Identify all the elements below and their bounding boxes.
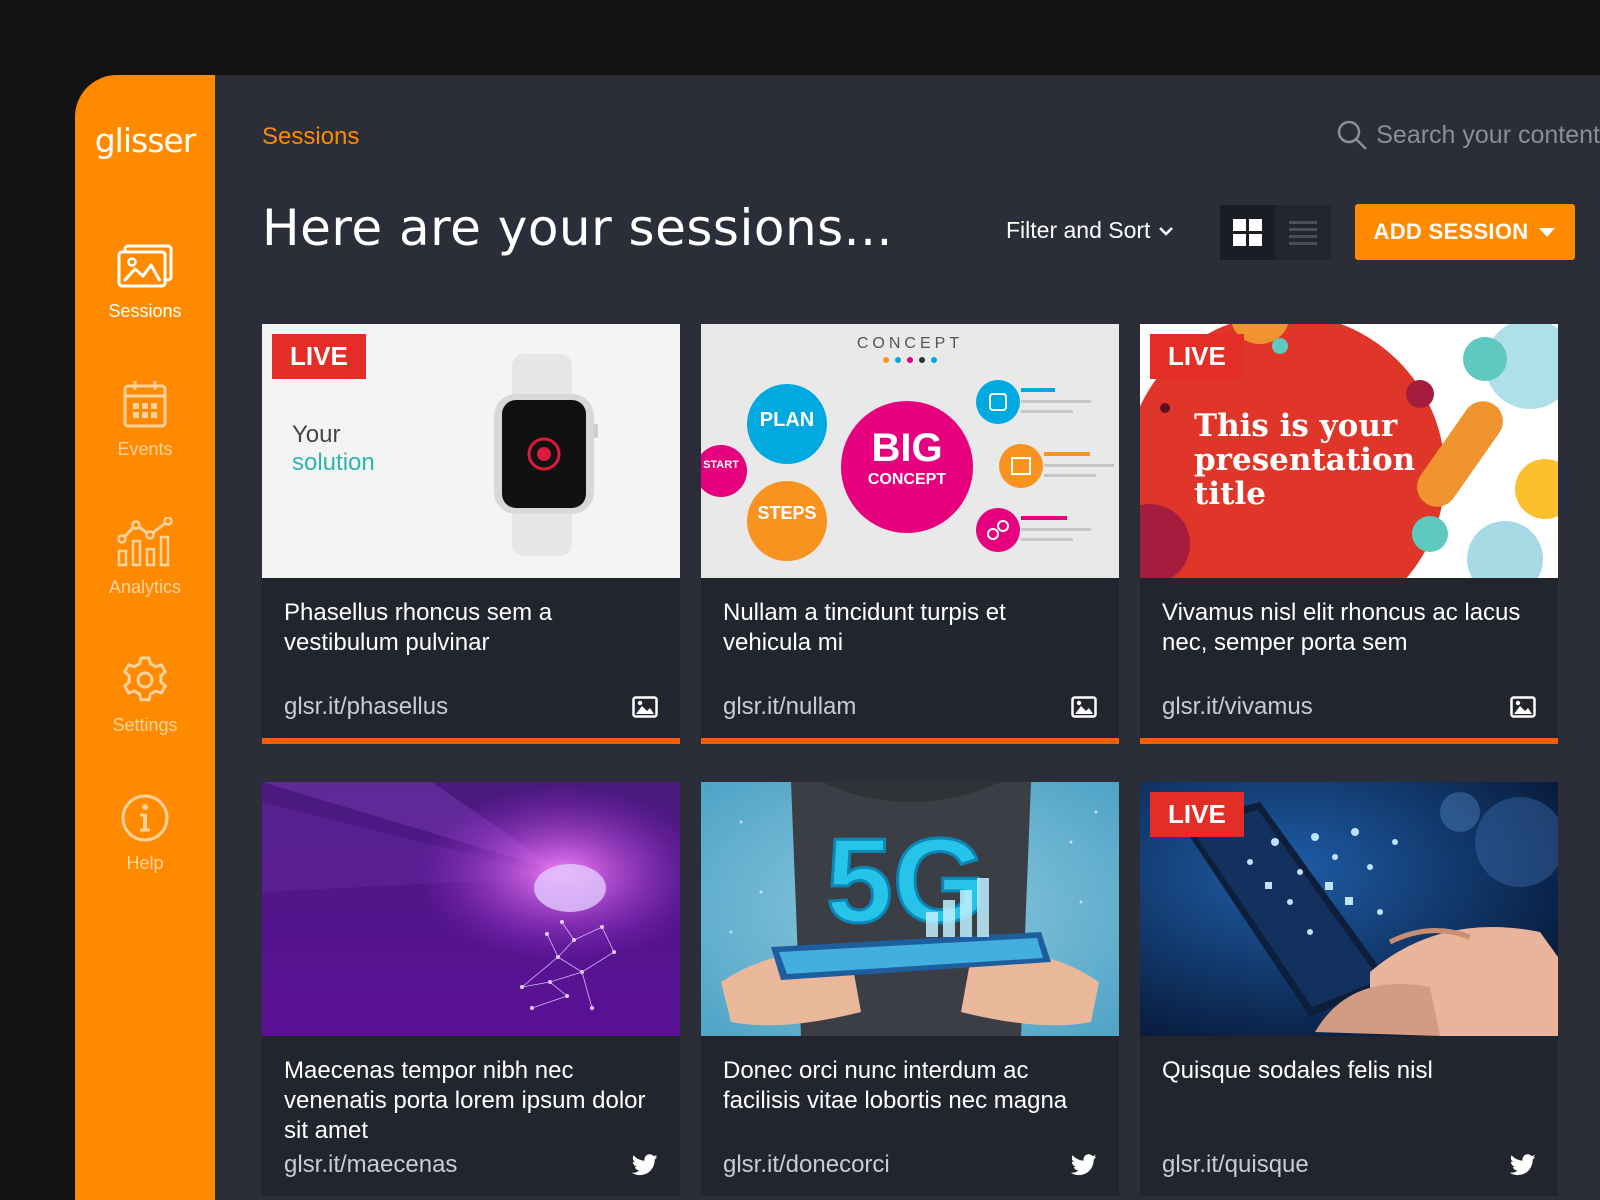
session-footer: glsr.it/nullam bbox=[701, 676, 1119, 738]
sidebar-item-label: Events bbox=[117, 439, 173, 459]
thumb-text: Your bbox=[292, 421, 341, 448]
sidebar-item-help[interactable]: Help bbox=[75, 793, 215, 874]
session-title: Maecenas tempor nibh nec venenatis porta… bbox=[284, 1057, 646, 1144]
image-icon bbox=[632, 696, 658, 718]
thumb-text: presentation bbox=[1194, 442, 1415, 478]
thumb-text: PLAN bbox=[760, 409, 814, 431]
session-title: Phasellus rhoncus sem a vestibulum pulvi… bbox=[284, 599, 553, 656]
session-footer: glsr.it/quisque bbox=[1140, 1134, 1558, 1196]
thumb-text: CONCEPT bbox=[868, 471, 946, 488]
session-link[interactable]: glsr.it/donecorci bbox=[723, 1151, 890, 1179]
session-link[interactable]: glsr.it/vivamus bbox=[1162, 693, 1313, 721]
thumb-text: solution bbox=[292, 449, 375, 476]
breadcrumb[interactable]: Sessions bbox=[262, 123, 359, 151]
view-toggle bbox=[1220, 205, 1331, 260]
session-link[interactable]: glsr.it/nullam bbox=[723, 693, 856, 721]
live-badge: LIVE bbox=[1150, 334, 1244, 379]
sidebar-item-events[interactable]: Events bbox=[75, 379, 215, 460]
sidebar-item-label: Analytics bbox=[108, 577, 182, 597]
info-icon bbox=[121, 794, 169, 842]
session-thumbnail: CONCEPT PLAN STEPS START BIG CONCEPT bbox=[701, 324, 1119, 578]
session-thumbnail: LIVE Your solution bbox=[262, 324, 680, 578]
image-icon bbox=[1510, 696, 1536, 718]
session-card[interactable]: CONCEPT PLAN STEPS START BIG CONCEPT Nul… bbox=[701, 324, 1119, 744]
gear-icon bbox=[123, 656, 167, 702]
caret-down-icon bbox=[1539, 228, 1556, 237]
session-card[interactable]: LIVE Your solution Phasellus rhoncus sem… bbox=[262, 324, 680, 744]
session-title: Quisque sodales felis nisl bbox=[1162, 1057, 1433, 1084]
session-footer: glsr.it/donecorci bbox=[701, 1134, 1119, 1196]
grid-icon bbox=[1232, 218, 1262, 246]
sidebar-item-label: Settings bbox=[112, 715, 178, 735]
sidebar-item-label: Sessions bbox=[108, 301, 182, 321]
app-window: glisser Sessions Events Analytics Settin… bbox=[75, 75, 1600, 1200]
session-card[interactable]: 5G Donec orci nunc interdum ac facilisis… bbox=[701, 782, 1119, 1196]
session-link[interactable]: glsr.it/maecenas bbox=[284, 1151, 457, 1179]
grid-view-button[interactable] bbox=[1220, 205, 1275, 260]
thumb-text: START bbox=[703, 459, 739, 471]
filter-sort-dropdown[interactable]: Filter and Sort bbox=[1006, 217, 1174, 244]
filter-sort-label: Filter and Sort bbox=[1006, 217, 1151, 243]
add-session-label: ADD SESSION bbox=[1373, 219, 1529, 244]
session-thumbnail: LIVE This is your presentation title bbox=[1140, 324, 1558, 578]
image-gallery-icon bbox=[117, 244, 173, 288]
live-badge: LIVE bbox=[272, 334, 366, 379]
list-icon bbox=[1288, 220, 1317, 245]
calendar-icon bbox=[123, 381, 167, 428]
session-link[interactable]: glsr.it/phasellus bbox=[284, 693, 448, 721]
glisser-logo[interactable]: glisser bbox=[75, 121, 215, 160]
add-session-button[interactable]: ADD SESSION bbox=[1355, 204, 1575, 260]
search-box[interactable]: Search your content bbox=[1336, 119, 1600, 151]
thumb-text: CONCEPT bbox=[857, 335, 963, 352]
session-title: Nullam a tincidunt turpis et vehicula mi bbox=[723, 599, 1006, 656]
list-view-button[interactable] bbox=[1275, 205, 1330, 260]
session-thumbnail bbox=[262, 782, 680, 1036]
thumb-text: STEPS bbox=[757, 503, 816, 523]
twitter-icon bbox=[1071, 1154, 1097, 1176]
sidebar-item-settings[interactable]: Settings bbox=[75, 655, 215, 736]
live-badge: LIVE bbox=[1150, 792, 1244, 837]
thumb-text: BIG bbox=[871, 426, 942, 470]
session-footer: glsr.it/vivamus bbox=[1140, 676, 1558, 738]
sidebar-item-sessions[interactable]: Sessions bbox=[75, 243, 215, 322]
page-title: Here are your sessions... bbox=[262, 199, 893, 257]
session-thumbnail: 5G bbox=[701, 782, 1119, 1036]
chevron-down-icon bbox=[1159, 226, 1174, 236]
sidebar-item-label: Help bbox=[126, 853, 164, 873]
thumb-text: This is your bbox=[1194, 408, 1398, 444]
session-card[interactable]: LIVE Quisque sodales felis nisl glsr.it/… bbox=[1140, 782, 1558, 1196]
session-card[interactable]: LIVE This is your presentation title Viv… bbox=[1140, 324, 1558, 744]
sidebar: glisser Sessions Events Analytics Settin… bbox=[75, 75, 215, 1200]
sidebar-item-analytics[interactable]: Analytics bbox=[75, 517, 215, 598]
session-link[interactable]: glsr.it/quisque bbox=[1162, 1151, 1309, 1179]
search-icon bbox=[1338, 120, 1368, 150]
session-thumbnail: LIVE bbox=[1140, 782, 1558, 1036]
session-footer: glsr.it/maecenas bbox=[262, 1134, 680, 1196]
session-footer: glsr.it/phasellus bbox=[262, 676, 680, 738]
twitter-icon bbox=[1510, 1154, 1536, 1176]
thumb-text: title bbox=[1194, 476, 1266, 512]
main-content: Sessions Search your content Here are yo… bbox=[215, 75, 1600, 1200]
session-title: Vivamus nisl elit rhoncus ac lacus nec, … bbox=[1162, 599, 1521, 656]
session-title: Donec orci nunc interdum ac facilisis vi… bbox=[723, 1057, 1068, 1114]
analytics-chart-icon bbox=[117, 517, 173, 567]
image-icon bbox=[1071, 696, 1097, 718]
twitter-icon bbox=[632, 1154, 658, 1176]
search-input[interactable]: Search your content bbox=[1376, 121, 1600, 150]
session-card[interactable]: Maecenas tempor nibh nec venenatis porta… bbox=[262, 782, 680, 1196]
